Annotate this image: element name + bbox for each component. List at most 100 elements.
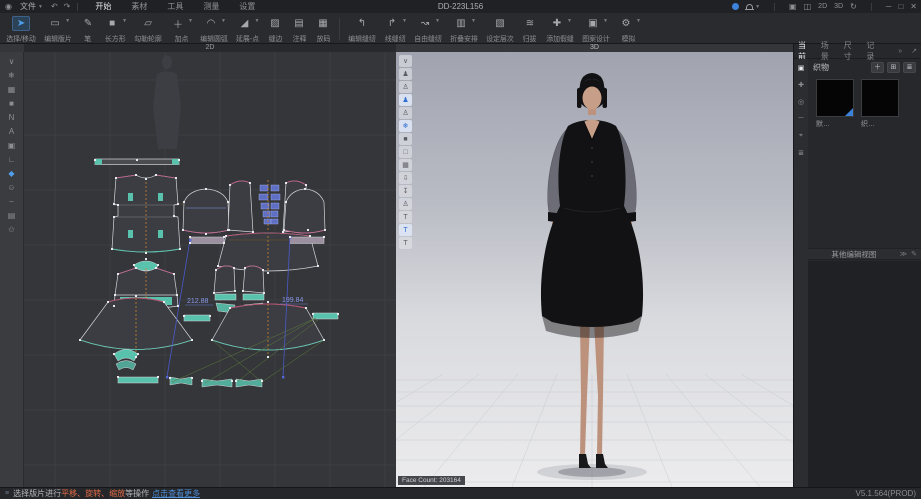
chevron-down-icon[interactable]: ▼ [435,18,440,24]
fabric-swatch-1[interactable]: 织… [861,79,899,129]
list-icon[interactable]: ≣ [795,147,807,158]
page-icon[interactable]: ▤ [4,209,20,222]
sync-icon[interactable]: ↻ [850,2,857,11]
menu-item-3[interactable]: 测量 [203,1,219,12]
avatar-show-icon[interactable]: ♟ [399,94,412,106]
file-menu[interactable]: 文件 ▼ [20,1,43,12]
edit-sewing-button[interactable]: ↰编辑缝纫 [344,15,380,44]
chevron-down-icon[interactable]: ▼ [188,18,193,24]
set-layer-button[interactable]: ▧设定层次 [482,15,518,44]
garment-3d-view[interactable]: 3D ∨♟♙♟♙❄■□▦⇩↧♙TTT Face Count: 203164 [396,44,793,487]
chevron-down-icon[interactable]: ▼ [255,18,260,24]
view-3d-toggle[interactable]: 3D [834,3,843,10]
add-point-button[interactable]: ＋▼加点 [166,15,196,44]
chevron-down-icon[interactable]: ▼ [221,18,226,24]
solid-view-icon[interactable]: ■ [399,133,412,145]
light-icon[interactable]: ⌖ [795,130,807,141]
free-sewing-button[interactable]: ↝▼自由缝纫 [410,15,446,44]
lasso-icon[interactable]: ✩ [4,223,20,236]
grading-button[interactable]: ▦放码 [311,15,335,44]
pin-icon[interactable]: ↧ [399,185,412,197]
target-icon[interactable]: ◎ [795,96,807,107]
pattern-2d-view[interactable]: 2D ∨❄▦■NA▣∟◆☺−▤✩ [0,44,396,487]
rectangle-button[interactable]: ■▼长方形 [100,15,130,44]
pattern-poly-icon[interactable]: ◆ [4,167,20,180]
select-move-button[interactable]: ➤选择/移动 [2,15,40,44]
line-icon[interactable]: ─ [795,113,807,124]
simulate-snowflake-icon[interactable]: ❄ [399,120,412,132]
pattern-design-button[interactable]: ▣▼图案设计 [578,15,614,44]
swatch-icon[interactable]: ■ [4,97,20,110]
chevron-down-icon[interactable]: ▼ [122,18,127,24]
menu-item-1[interactable]: 素材 [131,1,147,12]
panel-expand-icon[interactable]: ↗ [911,47,917,55]
menu-item-2[interactable]: 工具 [167,1,183,12]
unfold-point-button[interactable]: ◢▼延展-点 [232,15,263,44]
maximize-button[interactable]: □ [898,2,903,11]
pose-icon[interactable]: ♙ [399,81,412,93]
chevron-down-icon[interactable]: ▼ [636,18,641,24]
collapse-chevron-icon[interactable]: ∨ [399,55,412,67]
grid-view-icon[interactable]: ⊞ [887,62,900,73]
notification-bell[interactable]: ▼ [746,4,760,10]
minimize-button[interactable]: ─ [886,2,892,11]
press-button[interactable]: ≋归拔 [518,15,542,44]
cloth-icon[interactable]: T [399,211,412,223]
other-views-header[interactable]: 其他编辑视图 ≫ ✎ [808,248,921,260]
window-title: DD-223L156 [438,2,483,11]
add-fabric-button[interactable]: ＋ [871,62,884,73]
placket-pieces[interactable] [259,185,280,224]
app-logo-icon[interactable]: ◉ [5,2,12,11]
menu-item-4[interactable]: 设置 [239,1,255,12]
undo-icon[interactable]: ↶ [51,2,58,11]
chevron-down-icon[interactable]: ▼ [65,18,70,24]
seam-allowance-button[interactable]: ▨缝边 [263,15,287,44]
pattern-canvas[interactable]: 212.88 199.84 [24,52,396,487]
avatar-face-icon[interactable]: ☺ [4,181,20,194]
grid-view-icon[interactable]: ▦ [399,159,412,171]
split-view-icon[interactable]: ◫ [804,2,812,11]
cloth-show-icon[interactable]: T [399,224,412,236]
redo-icon[interactable]: ↷ [64,2,71,11]
close-button[interactable]: ✕ [910,2,917,11]
edit-icon[interactable]: ✎ [911,250,917,258]
drop-arrange-icon[interactable]: ⇩ [399,172,412,184]
blank-view-icon[interactable]: □ [399,146,412,158]
fabric-swatch-0[interactable]: 默… [816,79,854,129]
texture-a-icon[interactable]: A [4,125,20,138]
normal-map-icon[interactable]: N [4,111,20,124]
edit-arc-button[interactable]: ◠▼编辑圆弧 [196,15,232,44]
figure-icon[interactable]: ♙ [399,198,412,210]
chevron-down-icon[interactable]: ▼ [402,18,407,24]
cloth-style-icon[interactable]: T [399,237,412,249]
seam-line-icon[interactable]: − [4,195,20,208]
tabs-more-icon[interactable]: » [898,48,902,55]
move-icon[interactable]: ✚ [795,79,807,90]
layout-icon[interactable]: ▣ [789,2,797,11]
chevron-down-icon[interactable]: ▼ [471,18,476,24]
line-sewing-button[interactable]: ↱▼线缝纫 [380,15,410,44]
edit-pattern-button[interactable]: ▭▼编辑版片 [40,15,76,44]
avatar-icon[interactable]: ♟ [399,68,412,80]
ruler-icon[interactable]: ∟ [4,153,20,166]
chevron-down-icon[interactable]: ▼ [603,18,608,24]
user-avatar[interactable] [732,3,739,10]
fold-arrange-button[interactable]: ▥▼折叠安排 [446,15,482,44]
view-2d-toggle[interactable]: 2D [818,3,827,10]
annotate-button[interactable]: ▤注释 [287,15,311,44]
pen-button[interactable]: ✎笔 [76,15,100,44]
see-more-link[interactable]: 点击查看更多 [152,488,200,499]
grid-icon[interactable]: ▦ [4,83,20,96]
chevron-down-icon[interactable]: ▼ [567,18,572,24]
fabric-icon[interactable]: ▣ [4,139,20,152]
add-baste-button[interactable]: ✚▼添加假缝 [542,15,578,44]
menu-item-0[interactable]: 开始 [95,1,111,12]
list-view-icon[interactable]: ≣ [903,62,916,73]
more-icon[interactable]: ≫ [900,250,907,258]
snowflake-icon[interactable]: ❄ [4,69,20,82]
mannequin-icon[interactable]: ♙ [399,107,412,119]
simulate-button[interactable]: ⚙▼模拟 [614,15,644,44]
fabric-category-icon[interactable]: ▣ [795,62,807,73]
trace-outline-button[interactable]: ▱勾勒轮廓 [130,15,166,44]
collapse-chevron-icon[interactable]: ∨ [4,55,20,68]
